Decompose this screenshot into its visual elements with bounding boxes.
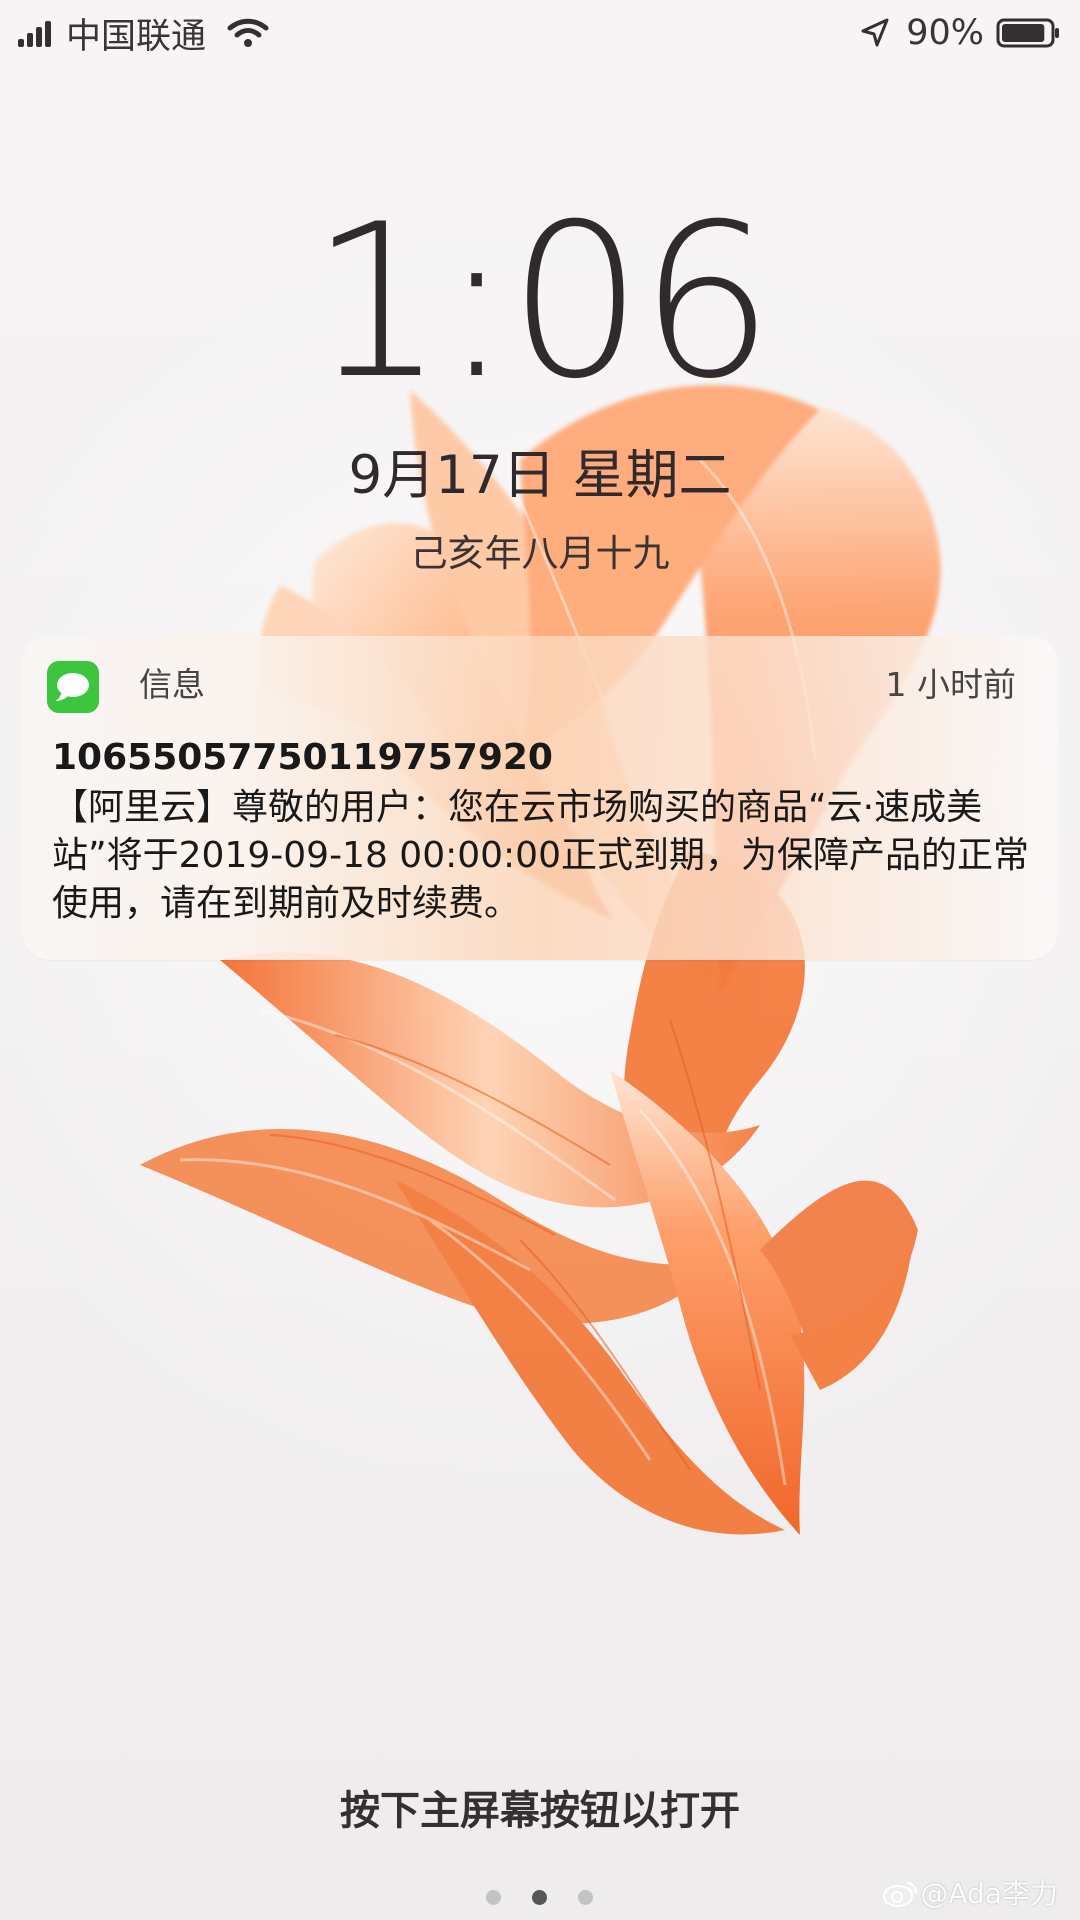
battery-icon bbox=[996, 18, 1059, 48]
message-sender: 10655057750119757920 bbox=[52, 737, 553, 778]
message-notification-card[interactable]: 信息 1 小时前 10655057750119757920 【阿里云】尊敬的用户… bbox=[22, 636, 1058, 960]
page-indicator bbox=[486, 1886, 596, 1906]
lock-time: 1:06 bbox=[309, 178, 774, 425]
message-body: 【阿里云】尊敬的用户：您在云市场购买的商品“云·速成美站”将于2019-09-1… bbox=[52, 787, 1029, 924]
battery-percent: 90% bbox=[906, 13, 984, 53]
notification-header: 信息 1 小时前 bbox=[47, 659, 1016, 713]
carrier-name: 中国联通 bbox=[66, 16, 207, 57]
watermark-text: @Ada李力 bbox=[920, 1877, 1058, 1910]
messages-app-icon bbox=[47, 661, 99, 713]
wifi-icon bbox=[227, 18, 269, 47]
weibo-icon bbox=[883, 1882, 918, 1907]
page-dot-2[interactable] bbox=[532, 1890, 547, 1905]
location-arrow-icon bbox=[861, 18, 889, 47]
lunar-date: 己亥年八月十九 bbox=[410, 532, 670, 575]
page-dot-1[interactable] bbox=[486, 1890, 501, 1905]
status-bar: 中国联通 90% bbox=[0, 0, 1080, 64]
home-button-hint: 按下主屏幕按钮以打开 bbox=[340, 1788, 740, 1834]
page-dot-3[interactable] bbox=[578, 1890, 593, 1905]
notification-app-name: 信息 bbox=[139, 665, 205, 704]
lock-date: 9月17日 星期二 bbox=[348, 445, 732, 506]
status-right: 90% bbox=[858, 12, 1062, 54]
status-left: 中国联通 bbox=[16, 12, 272, 57]
watermark: @Ada李力 bbox=[880, 1873, 1058, 1915]
notification-time: 1 小时前 bbox=[885, 665, 1017, 704]
signal-bars-icon bbox=[18, 21, 51, 47]
